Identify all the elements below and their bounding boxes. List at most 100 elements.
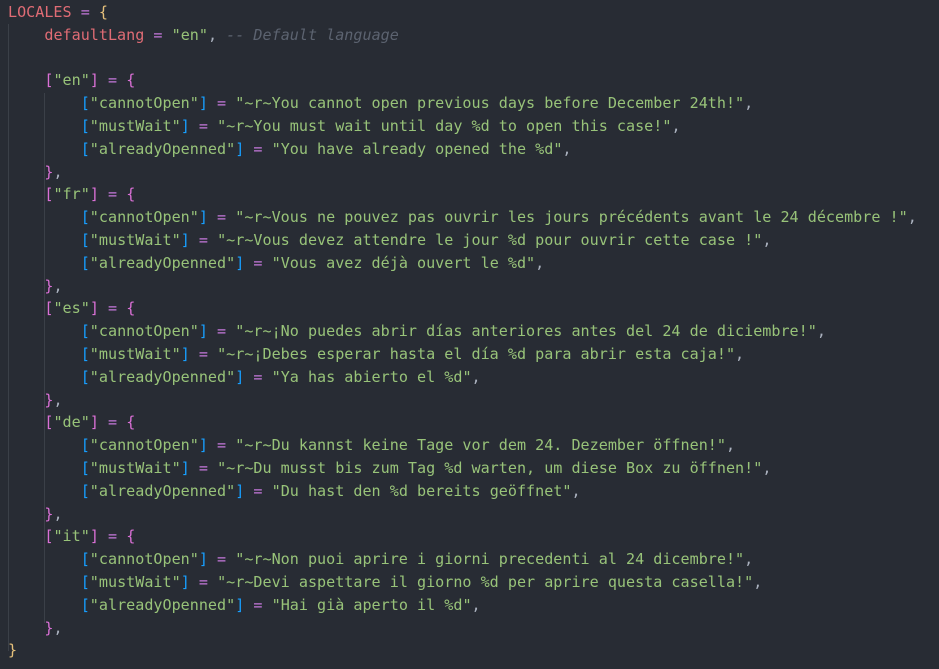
code-punct: " bbox=[189, 436, 199, 455]
code-token: cannotOpen bbox=[98, 208, 190, 227]
code-token: ~r~Du musst bis zum Tag %d warten, um di… bbox=[226, 458, 754, 477]
code-punct: ] bbox=[198, 208, 208, 227]
code-token: defaultLang bbox=[44, 25, 145, 44]
code-punct: " bbox=[89, 94, 99, 113]
locale-header: ["es"] = { bbox=[8, 297, 917, 320]
code-punct bbox=[117, 413, 126, 431]
code-editor[interactable]: LOCALES = { defaultLang = "en", -- Defau… bbox=[8, 1, 917, 662]
code-punct bbox=[190, 459, 199, 477]
code-punct bbox=[8, 185, 44, 203]
code-punct: " bbox=[235, 208, 245, 227]
code-punct bbox=[8, 277, 44, 295]
code-punct: " bbox=[171, 116, 181, 135]
code-punct bbox=[8, 140, 81, 158]
code-punct: [ bbox=[80, 208, 90, 227]
code-punct bbox=[208, 208, 217, 226]
code-punct: , bbox=[744, 550, 754, 569]
code-punct bbox=[226, 550, 235, 568]
code-token: alreadyOpenned bbox=[98, 253, 227, 272]
code-punct bbox=[117, 299, 126, 317]
code-punct: , bbox=[762, 230, 772, 249]
code-punct: ] bbox=[180, 344, 190, 363]
locale-entry: ["alreadyOpenned"] = "You have already o… bbox=[8, 138, 917, 161]
code-punct: ] bbox=[198, 94, 208, 113]
code-punct: , bbox=[53, 504, 63, 523]
code-punct: [ bbox=[80, 458, 90, 477]
code-punct: ] bbox=[89, 413, 99, 432]
code-punct: ] bbox=[198, 322, 208, 341]
locale-entry: ["mustWait"] = "~r~Du musst bis zum Tag … bbox=[8, 457, 917, 480]
code-punct: " bbox=[217, 344, 227, 363]
code-punct bbox=[8, 94, 81, 112]
code-punct bbox=[8, 391, 44, 409]
code-token: alreadyOpenned bbox=[98, 139, 227, 158]
code-punct: " bbox=[226, 367, 236, 386]
code-punct bbox=[8, 413, 44, 431]
code-punct bbox=[117, 527, 126, 545]
code-punct: " bbox=[171, 458, 181, 477]
code-punct bbox=[8, 322, 81, 340]
code-punct: ] bbox=[198, 550, 208, 569]
table-close: } bbox=[8, 639, 917, 662]
code-punct bbox=[8, 619, 44, 637]
locale-close: }, bbox=[8, 389, 917, 412]
code-punct: , bbox=[471, 595, 481, 614]
code-punct: " bbox=[526, 253, 536, 272]
code-token: ~r~Non puoi aprire i giorni precedenti a… bbox=[244, 550, 736, 569]
code-punct: { bbox=[98, 3, 108, 21]
code-punct: { bbox=[126, 71, 136, 90]
code-punct: , bbox=[53, 162, 63, 181]
code-punct: " bbox=[80, 71, 90, 90]
code-token: cannotOpen bbox=[98, 94, 190, 113]
code-punct bbox=[208, 345, 217, 363]
code-punct bbox=[8, 482, 81, 500]
locale-header: ["fr"] = { bbox=[8, 183, 917, 206]
code-punct bbox=[226, 208, 235, 226]
locale-close: }, bbox=[8, 275, 917, 298]
code-punct: = bbox=[108, 527, 118, 546]
locale-entry: ["cannotOpen"] = "~r~Du kannst keine Tag… bbox=[8, 434, 917, 457]
code-token: Vous avez déjà ouvert le %d bbox=[280, 253, 527, 272]
code-punct: " bbox=[89, 481, 99, 500]
code-punct bbox=[190, 573, 199, 591]
code-token: mustWait bbox=[98, 458, 172, 477]
code-punct: " bbox=[898, 208, 908, 227]
locale-entry: ["mustWait"] = "~r~You must wait until d… bbox=[8, 115, 917, 138]
code-punct bbox=[226, 94, 235, 112]
code-punct: , bbox=[735, 344, 745, 363]
code-punct: [ bbox=[80, 94, 90, 113]
code-punct: " bbox=[735, 550, 745, 569]
code-punct bbox=[208, 573, 217, 591]
code-punct bbox=[8, 550, 81, 568]
code-punct: = bbox=[108, 185, 118, 204]
code-punct bbox=[263, 254, 272, 272]
code-token: ~r~You cannot open previous days before … bbox=[244, 94, 736, 113]
code-punct: " bbox=[462, 367, 472, 386]
code-token: es bbox=[62, 299, 81, 318]
code-punct: " bbox=[80, 413, 90, 432]
code-punct: " bbox=[271, 481, 281, 500]
code-punct bbox=[263, 482, 272, 500]
code-punct: , bbox=[762, 458, 772, 477]
code-punct: = bbox=[198, 230, 208, 249]
code-punct bbox=[190, 345, 199, 363]
code-token: ~r~You must wait until day %d to open th… bbox=[226, 116, 663, 135]
code-punct: " bbox=[226, 595, 236, 614]
code-punct: " bbox=[217, 572, 227, 591]
code-punct bbox=[99, 413, 108, 431]
code-punct: , bbox=[53, 390, 63, 409]
code-punct bbox=[8, 436, 81, 454]
code-punct: ] bbox=[235, 139, 245, 158]
code-punct bbox=[99, 299, 108, 317]
code-punct: , bbox=[207, 25, 227, 44]
code-punct: , bbox=[907, 208, 917, 227]
code-punct: " bbox=[89, 595, 99, 614]
code-token: Hai già aperto il %d bbox=[280, 595, 463, 614]
code-punct: , bbox=[571, 481, 581, 500]
code-punct: ] bbox=[180, 572, 190, 591]
code-punct: " bbox=[53, 71, 63, 90]
code-punct: " bbox=[235, 436, 245, 455]
code-token: -- Default language bbox=[226, 25, 399, 44]
locale-header: ["de"] = { bbox=[8, 411, 917, 434]
code-token: ~r~¡Debes esperar hasta el día %d para a… bbox=[226, 344, 726, 363]
